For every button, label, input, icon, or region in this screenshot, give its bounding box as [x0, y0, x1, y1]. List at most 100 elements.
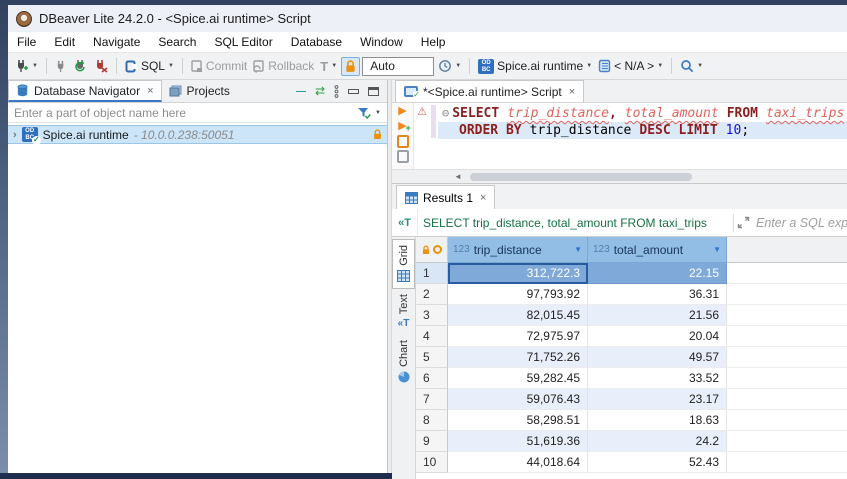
transaction-filter-button[interactable]: T ▼ [318, 57, 339, 76]
sql-editor-button[interactable]: SQL ▼ [123, 57, 176, 75]
table-row[interactable]: 3 82,015.45 21.56 [416, 305, 847, 326]
connect-button[interactable] [53, 58, 70, 75]
cell-total-amount[interactable]: 52.43 [588, 452, 727, 473]
column-header-total-amount[interactable]: 123 total_amount ▼ [588, 237, 727, 263]
fold-collapse-icon[interactable]: ⊖ [442, 106, 449, 120]
execute-new-tab-icon[interactable]: ▶+ [398, 120, 406, 133]
close-icon[interactable]: × [147, 85, 153, 97]
cell-trip-distance[interactable]: 44,018.64 [448, 452, 588, 473]
cell-total-amount[interactable]: 21.56 [588, 305, 727, 326]
close-icon[interactable]: × [569, 86, 575, 98]
cell-total-amount[interactable]: 20.04 [588, 326, 727, 347]
cell-trip-distance[interactable]: 51,619.36 [448, 431, 588, 452]
editor-hscrollbar[interactable]: ◄ [392, 169, 847, 183]
menu-file[interactable]: File [8, 33, 45, 51]
cell-total-amount[interactable]: 22.15 [588, 263, 727, 284]
row-number[interactable]: 7 [416, 389, 448, 410]
cell-trip-distance[interactable]: 71,752.26 [448, 347, 588, 368]
menu-help[interactable]: Help [412, 33, 455, 51]
expand-icon[interactable] [737, 216, 750, 229]
table-row[interactable]: 6 59,282.45 33.52 [416, 368, 847, 389]
connection-lock-toggle[interactable] [341, 57, 360, 76]
transaction-mode-select[interactable]: Auto [362, 57, 434, 76]
cell-trip-distance[interactable]: 59,076.43 [448, 389, 588, 410]
scroll-left-icon[interactable]: ◄ [454, 172, 462, 181]
connection-tree-item[interactable]: › ODBC✓ Spice.ai runtime - 10.0.0.238:50… [8, 125, 387, 144]
scrollbar-thumb[interactable] [470, 173, 692, 181]
cell-trip-distance[interactable]: 58,298.51 [448, 410, 588, 431]
collapse-all-icon[interactable]: — [296, 86, 306, 97]
cell-trip-distance[interactable]: 59,282.45 [448, 368, 588, 389]
row-number[interactable]: 9 [416, 431, 448, 452]
menu-window[interactable]: Window [351, 33, 412, 51]
execute-script-icon[interactable] [397, 135, 409, 148]
table-row[interactable]: 10 44,018.64 52.43 [416, 452, 847, 473]
column-header-trip-distance[interactable]: 123 trip_distance ▼ [448, 237, 588, 263]
tab-script-editor[interactable]: ✓ *<Spice.ai runtime> Script × [395, 80, 584, 102]
reconnect-button[interactable] [72, 57, 90, 75]
expander-chevron-icon[interactable]: › [13, 129, 17, 141]
cell-trip-distance[interactable]: 312,722.3 [448, 263, 588, 284]
cell-total-amount[interactable]: 23.17 [588, 389, 727, 410]
sort-desc-icon[interactable]: ▼ [574, 245, 582, 254]
execute-statement-icon[interactable]: ▶ [398, 105, 406, 118]
cell-trip-distance[interactable]: 72,975.97 [448, 326, 588, 347]
table-row[interactable]: 2 97,793.92 36.31 [416, 284, 847, 305]
view-menu-icon[interactable] [334, 85, 339, 98]
rollback-button[interactable]: Rollback [251, 57, 316, 75]
menu-database[interactable]: Database [282, 33, 351, 51]
row-number[interactable]: 1 [416, 263, 448, 284]
row-number[interactable]: 2 [416, 284, 448, 305]
script-log-icon[interactable] [397, 150, 409, 163]
cell-total-amount[interactable]: 49.57 [588, 347, 727, 368]
link-editor-icon[interactable]: ⇄ [315, 84, 325, 98]
tab-database-navigator[interactable]: Database Navigator × [8, 80, 162, 102]
chevron-down-icon[interactable]: ▼ [375, 110, 381, 116]
table-row[interactable]: 4 72,975.97 20.04 [416, 326, 847, 347]
active-database-select[interactable]: < N/A > ▼ [596, 57, 665, 75]
tab-projects[interactable]: Projects [162, 80, 237, 102]
navigator-filter-input[interactable]: Enter a part of object name here ▼ [8, 103, 387, 123]
active-connection-select[interactable]: ODBC Spice.ai runtime ▼ [476, 57, 594, 76]
menu-sql-editor[interactable]: SQL Editor [205, 33, 281, 51]
table-row[interactable]: 7 59,076.43 23.17 [416, 389, 847, 410]
view-tab-grid[interactable]: Grid [392, 239, 415, 289]
cell-trip-distance[interactable]: 82,015.45 [448, 305, 588, 326]
commit-button[interactable]: Commit [189, 57, 249, 75]
maximize-icon[interactable] [368, 87, 379, 96]
sort-icon[interactable]: ▼ [713, 245, 721, 254]
menu-navigate[interactable]: Navigate [84, 33, 149, 51]
row-number[interactable]: 6 [416, 368, 448, 389]
row-number[interactable]: 8 [416, 410, 448, 431]
row-number[interactable]: 4 [416, 326, 448, 347]
search-button[interactable]: ▼ [678, 57, 705, 75]
sql-code-area[interactable]: ⊖SELECTtrip_distance,total_amountFROMtax… [438, 103, 847, 169]
row-number[interactable]: 3 [416, 305, 448, 326]
disconnect-button[interactable] [92, 57, 110, 75]
cell-total-amount[interactable]: 33.52 [588, 368, 727, 389]
table-row[interactable]: 1 312,722.3 22.15 [416, 263, 847, 284]
close-icon[interactable]: × [480, 192, 486, 204]
tab-results-1[interactable]: Results 1 × [396, 185, 495, 209]
transaction-log-button[interactable]: ▼ [436, 57, 463, 75]
table-row[interactable]: 5 71,752.26 49.57 [416, 347, 847, 368]
minimize-icon[interactable] [348, 89, 359, 94]
filter-funnel-icon[interactable] [357, 107, 371, 119]
cell-total-amount[interactable]: 18.63 [588, 410, 727, 431]
sql-editor[interactable]: ▶ ▶+ ⚠ ⊖SELECTtrip_distance,total_amount… [392, 103, 847, 169]
view-tab-text[interactable]: Text «T [392, 289, 415, 335]
menu-search[interactable]: Search [149, 33, 205, 51]
cell-total-amount[interactable]: 36.31 [588, 284, 727, 305]
view-tab-chart[interactable]: Chart [392, 335, 415, 389]
grid-corner-cell[interactable] [416, 237, 448, 263]
new-connection-button[interactable]: ▼ [13, 57, 40, 75]
results-grid[interactable]: 123 trip_distance ▼ 123 total_amount ▼ [416, 237, 847, 479]
cell-trip-distance[interactable]: 97,793.92 [448, 284, 588, 305]
results-filter-bar[interactable]: «T SELECT trip_distance, total_amount FR… [392, 209, 847, 237]
row-number[interactable]: 5 [416, 347, 448, 368]
menu-edit[interactable]: Edit [45, 33, 84, 51]
row-number[interactable]: 10 [416, 452, 448, 473]
cell-total-amount[interactable]: 24.2 [588, 431, 727, 452]
table-row[interactable]: 9 51,619.36 24.2 [416, 431, 847, 452]
table-row[interactable]: 8 58,298.51 18.63 [416, 410, 847, 431]
